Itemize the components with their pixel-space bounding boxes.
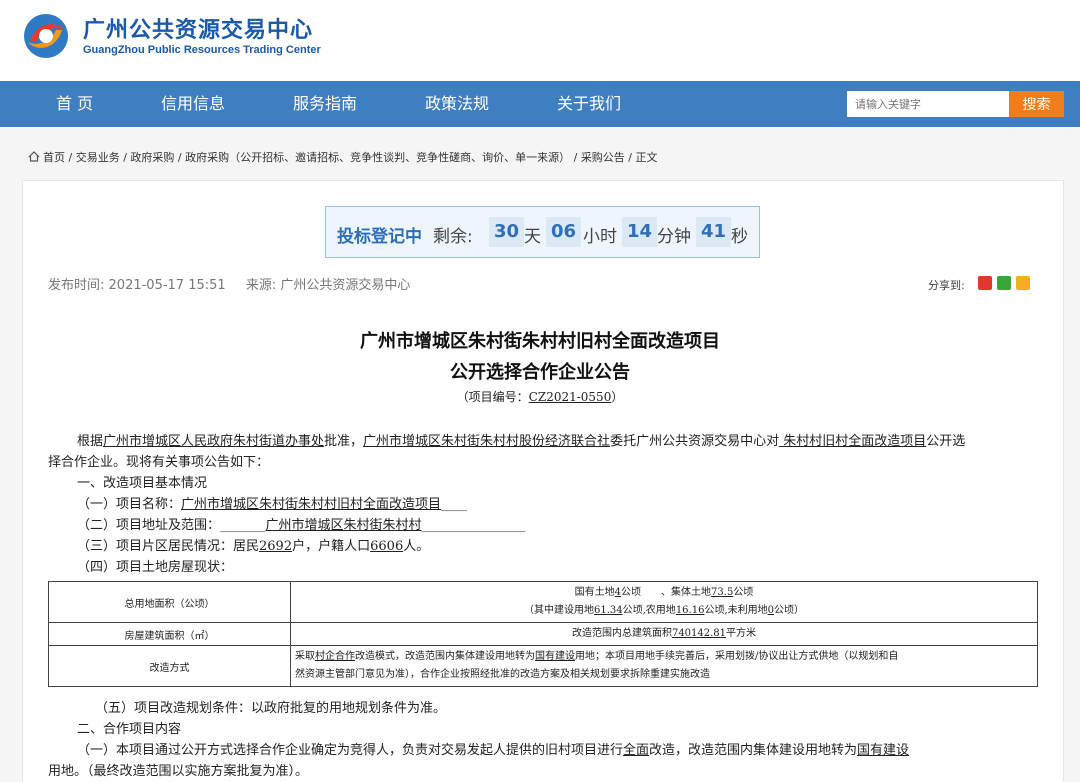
breadcrumb-business[interactable]: 交易业务 — [76, 151, 120, 164]
breadcrumb-current: 正文 — [635, 151, 658, 164]
breadcrumb: 首页 / 交易业务 / 政府采购 / 政府采购（公开招标、邀请招标、竞争性谈判、… — [28, 149, 658, 165]
source-label: 来源: — [245, 278, 277, 293]
breadcrumb-procurement[interactable]: 政府采购 — [130, 151, 174, 164]
item-project-address: （二）项目地址及范围：_______广州市增城区朱村街朱村村__________… — [77, 518, 526, 533]
breadcrumb-separator: / — [119, 151, 131, 164]
site-header: 广州公共资源交易中心 GuangZhou Public Resources Tr… — [0, 0, 1080, 81]
home-icon — [28, 151, 40, 162]
countdown-hours: 06 — [546, 217, 582, 247]
coop-paragraph: （一）本项目通过公开方式选择合作企业确定为竞得人，负责对交易发起人提供的旧村项目… — [77, 743, 910, 758]
countdown-seconds: 41 — [696, 217, 732, 247]
breadcrumb-home[interactable]: 首页 — [43, 151, 65, 164]
intro-paragraph-line2: 择合作企业。现将有关事项公告如下： — [48, 455, 270, 470]
countdown-status: 投标登记中 — [337, 227, 422, 247]
item-land-status: （四）项目土地房屋现状： — [77, 560, 234, 575]
table-cell-label: 房屋建筑面积（㎡） — [48, 622, 291, 646]
nav-service-guide[interactable]: 服务指南 — [293, 81, 357, 127]
breadcrumb-separator: / — [174, 151, 186, 164]
countdown-hours-unit: 小时 — [583, 227, 617, 247]
search-button[interactable]: 搜索 — [1009, 91, 1064, 117]
table-cell-value: 改造范围内总建筑面积740142.81平方米 — [290, 622, 1038, 646]
search-input[interactable] — [847, 91, 1009, 117]
item-project-name: （一）项目名称：广州市增城区朱村街朱村村旧村全面改造项目____ — [77, 497, 468, 512]
brand-title: 广州公共资源交易中心 — [83, 18, 314, 43]
weibo-icon[interactable] — [978, 276, 992, 290]
wechat-icon[interactable] — [997, 276, 1011, 290]
table-row: 房屋建筑面积（㎡） 改造范围内总建筑面积740142.81平方米 — [48, 622, 1038, 646]
project-number: （项目编号：CZ2021-0550） — [456, 390, 624, 404]
qq-icon[interactable] — [1016, 276, 1030, 290]
nav-policy[interactable]: 政策法规 — [425, 81, 489, 127]
breadcrumb-separator: / — [624, 151, 636, 164]
share-label: 分享到: — [928, 279, 965, 292]
nav-about[interactable]: 关于我们 — [557, 81, 621, 127]
breadcrumb-separator: / — [65, 151, 76, 164]
table-row: 改造方式 采取村企合作改造模式，改造范围内集体建设用地转为国有建设用地；本项目用… — [48, 645, 1038, 687]
table-cell-label: 改造方式 — [48, 645, 291, 687]
countdown-seconds-unit: 秒 — [731, 227, 748, 247]
table-cell-value: 采取村企合作改造模式，改造范围内集体建设用地转为国有建设用地；本项目用地手续完善… — [290, 645, 1038, 687]
countdown-days: 30 — [489, 217, 525, 247]
brand-subtitle: GuangZhou Public Resources Trading Cente… — [83, 44, 321, 56]
countdown-days-unit: 天 — [524, 227, 541, 247]
item-planning-conditions: （五）项目改造规划条件：以政府批复的用地规划条件为准。 — [95, 701, 447, 716]
nav-credit[interactable]: 信用信息 — [161, 81, 225, 127]
publish-label: 发布时间: — [48, 278, 105, 293]
countdown-remaining-label: 剩余: — [433, 227, 473, 247]
table-cell-label: 总用地面积（公顷） — [48, 581, 291, 623]
intro-paragraph: 根据广州市增城区人民政府朱村街道办事处批准，广州市增城区朱村街朱村村股份经济联合… — [77, 434, 966, 449]
breadcrumb-procurement-types[interactable]: 政府采购（公开招标、邀请招标、竞争性谈判、竞争性磋商、询价、单一来源） — [185, 151, 570, 164]
article-meta: 发布时间: 2021-05-17 15:51 来源: 广州公共资源交易中心 — [48, 274, 410, 293]
countdown-minutes: 14 — [622, 217, 658, 247]
source-value: 广州公共资源交易中心 — [280, 278, 411, 293]
article-title-line1: 广州市增城区朱村街朱村村旧村全面改造项目 — [360, 331, 720, 352]
table-row: 总用地面积（公顷） 国有土地4公顷 、集体土地73.5公顷 （其中建设用地61.… — [48, 581, 1038, 623]
coop-paragraph-line2: 用地。（最终改造范围以实施方案批复为准）。 — [48, 764, 309, 779]
site-logo-icon[interactable] — [22, 12, 70, 60]
item-residents: （三）项目片区居民情况：居民2692户，户籍人口6606人。 — [77, 539, 430, 554]
table-cell-value: 国有土地4公顷 、集体土地73.5公顷 （其中建设用地61.34公顷,农用地16… — [290, 581, 1038, 623]
nav-home[interactable]: 首 页 — [56, 81, 93, 127]
section-2-heading: 二、合作项目内容 — [77, 722, 182, 737]
article-title-line2: 公开选择合作企业公告 — [450, 362, 630, 383]
breadcrumb-announcement[interactable]: 采购公告 — [581, 151, 625, 164]
land-status-table: 总用地面积（公顷） 国有土地4公顷 、集体土地73.5公顷 （其中建设用地61.… — [48, 581, 1038, 687]
countdown-box: 投标登记中 剩余: 30 天 06 小时 14 分钟 41 秒 — [325, 206, 760, 258]
section-1-heading: 一、改造项目基本情况 — [77, 476, 208, 491]
countdown-minutes-unit: 分钟 — [657, 227, 691, 247]
breadcrumb-separator: / — [570, 151, 581, 164]
publish-time: 2021-05-17 15:51 — [108, 278, 226, 293]
project-number-value: CZ2021-0550 — [528, 390, 612, 404]
